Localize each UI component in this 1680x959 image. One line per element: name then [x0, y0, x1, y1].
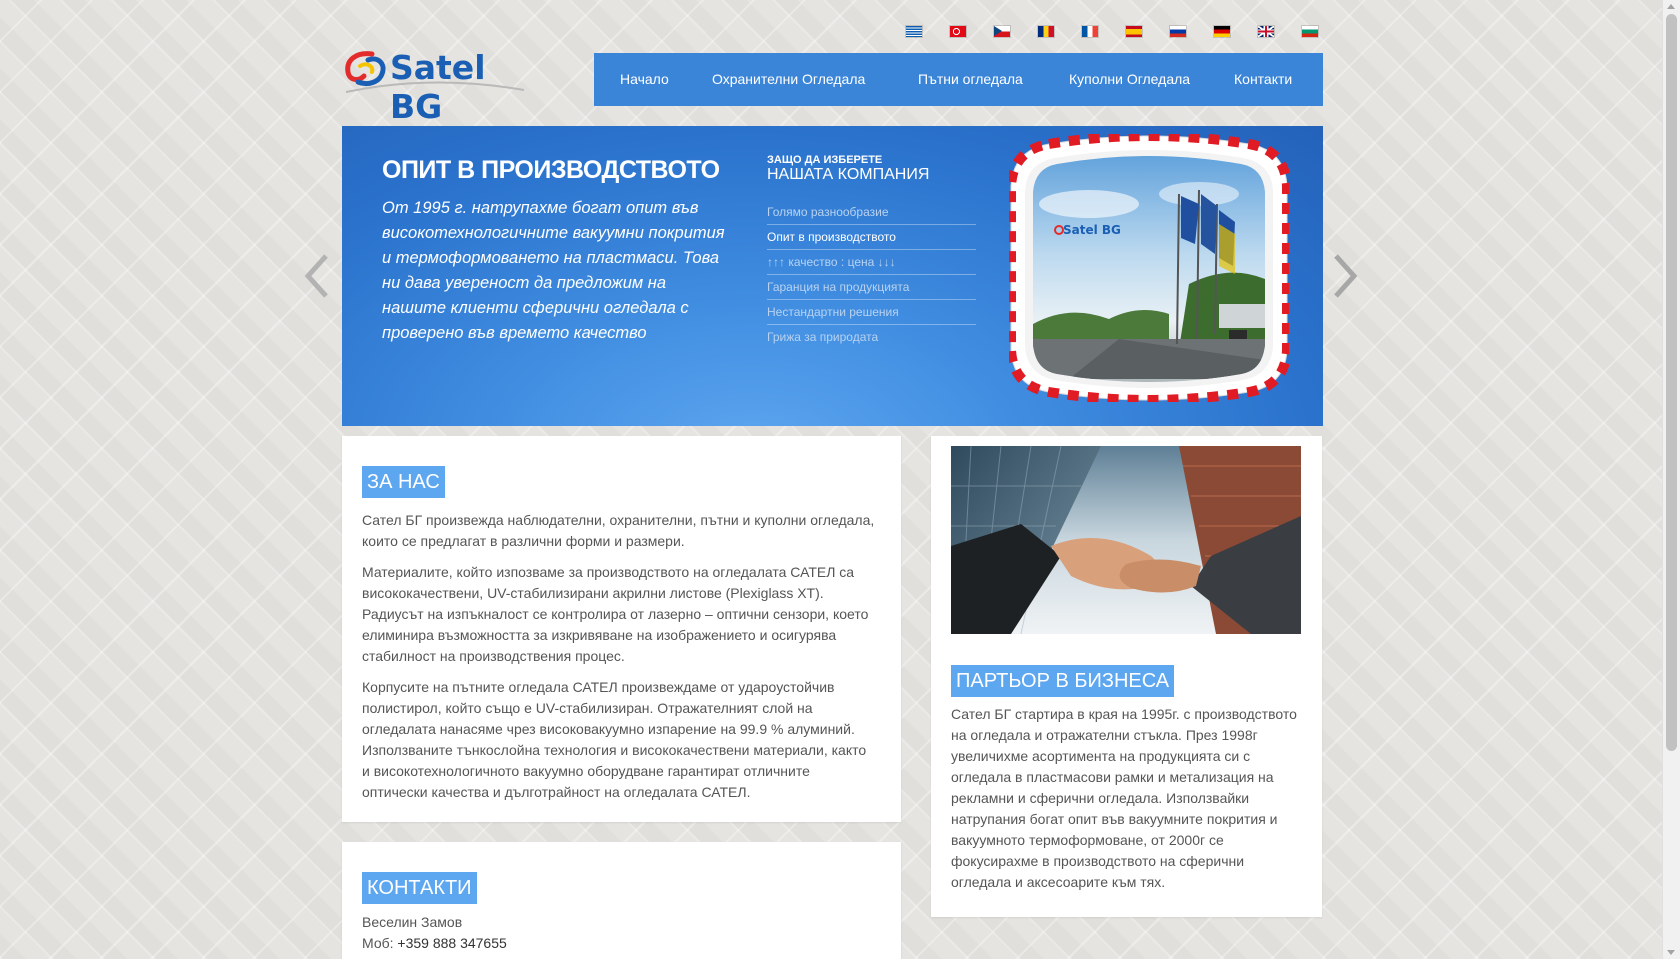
about-heading: ЗА НАС [362, 466, 445, 498]
about-paragraph: Материалите, който изпозваме за производ… [362, 564, 869, 664]
reason-item[interactable]: Нестандартни решения [767, 300, 976, 325]
slider-prev-arrow-icon[interactable] [304, 254, 330, 298]
vertical-scrollbar[interactable] [1662, 0, 1680, 959]
handshake-image [951, 446, 1301, 634]
hero-slider: ОПИТ В ПРОИЗВОДСТВОТО От 1995 г. натрупа… [342, 126, 1323, 426]
germany-flag-icon[interactable] [1214, 26, 1230, 37]
reason-item[interactable]: Грижа за природата [767, 325, 976, 349]
nav-item-dome-mirrors[interactable]: Куполни Огледала [1069, 71, 1190, 87]
greece-flag-icon[interactable] [906, 26, 922, 37]
reason-item[interactable]: Гаранция на продукцията [767, 275, 976, 300]
france-flag-icon[interactable] [1082, 26, 1098, 37]
scrollbar-thumb[interactable] [1666, 14, 1677, 751]
logo-text: Satel BG [390, 48, 486, 126]
romania-flag-icon[interactable] [1038, 26, 1054, 37]
reasons-list: Голямо разнообразие Опит в производствот… [767, 200, 976, 349]
our-company-label: НАШАТА КОМПАНИЯ [767, 166, 930, 183]
reason-item[interactable]: ↑↑↑ качество : цена ↓↓↓ [767, 250, 976, 275]
partner-heading: ПАРТЬОР В БИЗНЕСА [951, 665, 1175, 697]
slider-next-arrow-icon[interactable] [1332, 254, 1358, 298]
why-choose-label: ЗАЩО ДА ИЗБЕРЕТЕ [767, 154, 883, 166]
bulgaria-flag-icon[interactable] [1302, 26, 1318, 37]
nav-item-contacts[interactable]: Контакти [1234, 71, 1292, 87]
hero-text: От 1995 г. натрупахме богат опит във вис… [382, 199, 725, 342]
hero-title: ОПИТ В ПРОИЗВОДСТВОТО [382, 156, 720, 184]
reason-item[interactable]: Голямо разнообразие [767, 200, 976, 225]
contact-name: Веселин Замов [362, 914, 463, 930]
about-card: ЗА НАС Сател БГ произвежда наблюдателни,… [342, 436, 901, 822]
about-paragraph: Корпусите на пътните огледала САТЕЛ прои… [362, 679, 867, 800]
scroll-up-arrow-icon[interactable] [1667, 4, 1675, 9]
phone-label: Моб: [362, 935, 398, 951]
partner-card: ПАРТЬОР В БИЗНЕСА Сател БГ стартира в кр… [931, 436, 1322, 917]
partner-text: Сател БГ стартира в края на 1995г. с про… [951, 706, 1297, 890]
language-flags [906, 26, 1318, 37]
mirror-logo-text: Satel BG [1063, 223, 1121, 237]
nav-item-home[interactable]: Начало [620, 71, 669, 87]
contacts-heading: КОНТАКТИ [362, 872, 477, 904]
spain-flag-icon[interactable] [1126, 26, 1142, 37]
turkey-flag-icon[interactable] [950, 26, 966, 37]
czech-flag-icon[interactable] [994, 26, 1010, 37]
nav-item-road-mirrors[interactable]: Пътни огледала [918, 71, 1023, 87]
russia-flag-icon[interactable] [1170, 26, 1186, 37]
traffic-mirror-image: Satel BG [1009, 134, 1289, 402]
nav-item-security-mirrors[interactable]: Охранителни Огледала [712, 71, 865, 87]
reason-item-active[interactable]: Опит в производството [767, 225, 976, 250]
phone-link[interactable]: +359 888 347655 [397, 935, 506, 951]
main-nav: Начало Охранителни Огледала Пътни огледа… [594, 53, 1323, 106]
uk-flag-icon[interactable] [1258, 26, 1274, 37]
site-logo[interactable]: Satel BG [342, 46, 542, 126]
scroll-down-arrow-icon[interactable] [1667, 950, 1675, 955]
contacts-card: КОНТАКТИ Веселин Замов Моб: +359 888 347… [342, 842, 901, 959]
about-paragraph: Сател БГ произвежда наблюдателни, охрани… [362, 512, 875, 549]
